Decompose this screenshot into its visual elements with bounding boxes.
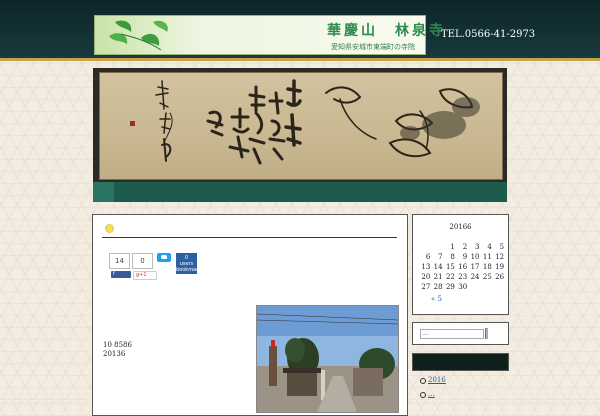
sun-icon — [105, 224, 114, 233]
twitter-share-button[interactable] — [157, 253, 171, 262]
cal-day: 24 — [470, 273, 480, 281]
hatena-bookmark-label: bookmark — [176, 267, 202, 273]
nav-bar — [93, 182, 507, 202]
archive-link-2016[interactable]: 2016 — [428, 376, 446, 384]
search-input[interactable]: ... — [420, 329, 484, 339]
site-header: 華慶山 林泉寺 愛知県安城市東端町の寺院 TEL.0566-41-2973 — [0, 0, 600, 61]
cal-day: 4 — [487, 243, 492, 251]
cal-day: 11 — [482, 253, 492, 261]
cal-day — [479, 283, 491, 292]
cal-day: 1 — [450, 243, 455, 251]
title-divider — [102, 237, 397, 238]
main-post: 14 0 0 users bookmark f g+1 10 8586 2013… — [92, 214, 408, 416]
share-count-box: 14 — [109, 253, 130, 269]
list-item: 2016 — [418, 376, 508, 390]
post-text-line-2: 20136 — [103, 350, 126, 358]
post-text-line-1: 10 8586 — [103, 341, 132, 349]
cal-day: 25 — [482, 273, 492, 281]
cal-day — [430, 243, 442, 252]
cal-day — [418, 243, 430, 252]
cal-day: 8 — [450, 253, 455, 261]
cal-day: 12 — [495, 253, 505, 261]
cal-day: 7 — [438, 253, 443, 261]
temple-gate-image — [256, 306, 399, 412]
cal-day: 17 — [470, 263, 480, 271]
cal-day: 2 — [462, 243, 468, 251]
cal-day: 22 — [445, 273, 455, 281]
cal-day: 27 — [421, 283, 431, 291]
calendar-grid: 1 2 3 4 5 6 7 8 9 10 11 12 13 14 15 16 1… — [418, 243, 504, 292]
calendar-widget: 20166 1 2 3 4 5 6 7 8 9 10 11 12 13 14 1… — [412, 214, 509, 315]
cal-day: 16 — [458, 263, 468, 271]
cal-day: 13 — [421, 263, 431, 271]
cal-day: 18 — [482, 263, 492, 271]
cal-day: 30 — [458, 283, 468, 291]
sidebar-banner[interactable] — [412, 353, 509, 371]
calligraphy-artwork — [130, 79, 480, 165]
cal-day: 19 — [495, 263, 505, 271]
cal-day: 28 — [433, 283, 443, 291]
cal-day: 20 — [421, 273, 431, 281]
search-button[interactable] — [485, 328, 488, 339]
ivy-leaf-icon — [109, 20, 168, 51]
bullet-icon — [420, 378, 426, 384]
temple-gate-photo[interactable] — [256, 305, 399, 413]
bullet-icon — [420, 392, 426, 398]
cal-day: 9 — [462, 253, 468, 261]
calendar-prev-month-link[interactable]: « 5 — [431, 295, 442, 303]
cal-day: 14 — [433, 263, 443, 271]
hero-calligraphy-banner — [93, 68, 507, 182]
nav-tab-home[interactable] — [93, 182, 114, 202]
share-count-box-2: 0 — [132, 253, 153, 269]
cal-day: 10 — [470, 253, 480, 261]
archive-link[interactable]: ... — [428, 390, 435, 398]
site-logo[interactable]: 華慶山 林泉寺 愛知県安城市東端町の寺院 — [94, 15, 443, 55]
calligraphy-scroll-image — [99, 72, 503, 180]
telephone-number: TEL.0566-41-2973 — [441, 29, 536, 40]
cal-day: 3 — [475, 243, 480, 251]
cal-day: 29 — [445, 283, 455, 291]
cal-day — [492, 283, 504, 292]
temple-subtitle: 愛知県安城市東端町の寺院 — [331, 43, 415, 51]
google-plus-button[interactable]: g+1 — [133, 271, 157, 280]
cal-day: 23 — [458, 273, 468, 281]
cal-day: 26 — [495, 273, 505, 281]
cal-day: 6 — [425, 253, 431, 261]
cal-day: 15 — [445, 263, 455, 271]
search-widget: ... — [412, 322, 509, 345]
cal-day: 5 — [499, 243, 505, 251]
facebook-like-button[interactable]: f — [111, 271, 131, 278]
cal-day: 21 — [433, 273, 443, 281]
list-item: ... — [418, 390, 508, 404]
calendar-title: 20166 — [449, 223, 472, 231]
cal-day — [467, 283, 479, 292]
hatena-bookmark-button[interactable]: 0 users bookmark — [176, 253, 202, 274]
temple-name: 華慶山 林泉寺 — [327, 23, 446, 39]
